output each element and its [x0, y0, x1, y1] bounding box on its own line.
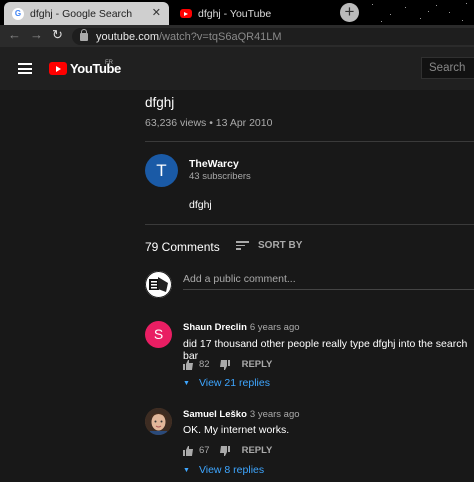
youtube-header: YouTube FR Search	[0, 47, 474, 90]
comment-author[interactable]: Shaun Dreclin	[183, 322, 247, 333]
google-icon: G	[12, 7, 24, 20]
comment-actions: 82 REPLY	[183, 359, 272, 370]
thumbs-down-icon[interactable]	[219, 445, 230, 456]
tab-title: dfghj - Google Search	[30, 7, 133, 20]
comment-count: 79 Comments	[145, 240, 220, 254]
channel-name[interactable]: TheWarcy	[189, 158, 239, 170]
add-comment-input[interactable]: Add a public comment...	[183, 273, 474, 290]
sort-by-button[interactable]: SORT BY	[236, 240, 302, 251]
country-code: FR	[105, 60, 113, 66]
avatar	[145, 271, 172, 298]
video-description: dfghj	[189, 199, 212, 211]
lock-icon	[80, 28, 88, 41]
back-arrow-icon[interactable]: ←	[8, 27, 21, 42]
view-replies-label: View 8 replies	[198, 464, 265, 476]
like-count: 67	[199, 445, 210, 456]
search-input[interactable]: Search	[421, 57, 474, 79]
youtube-logo[interactable]: YouTube FR	[49, 60, 121, 76]
divider	[145, 224, 474, 225]
star-decoration	[405, 7, 406, 8]
forward-arrow-icon[interactable]: →	[30, 27, 43, 42]
youtube-icon	[180, 9, 192, 18]
video-meta: 63,236 views • 13 Apr 2010	[145, 117, 273, 129]
channel-avatar[interactable]: T	[145, 154, 178, 187]
new-tab-button[interactable]: +	[340, 3, 359, 22]
view-replies-button[interactable]: ▼ View 21 replies	[183, 377, 270, 389]
comment-author-line: Shaun Dreclin 6 years ago	[183, 322, 300, 333]
star-decoration	[372, 4, 373, 5]
chevron-down-icon: ▼	[183, 379, 190, 387]
tab-google-search[interactable]: G dfghj - Google Search ✕	[4, 2, 169, 25]
comment-text: OK. My internet works.	[183, 424, 290, 436]
browser-tab-bar: G dfghj - Google Search ✕ dfghj - YouTub…	[0, 0, 474, 25]
hamburger-menu-icon[interactable]	[18, 63, 32, 74]
star-decoration	[449, 12, 450, 13]
reply-button[interactable]: REPLY	[242, 445, 273, 456]
avatar[interactable]: S	[145, 321, 172, 348]
sort-by-label: SORT BY	[258, 240, 303, 251]
thumbs-up-icon[interactable]	[183, 359, 193, 370]
thumbs-down-icon[interactable]	[219, 359, 230, 370]
url-path: /watch?v=tqS6aQR41LM	[158, 30, 282, 43]
star-decoration	[466, 3, 467, 4]
sort-icon	[236, 241, 249, 250]
comment-author[interactable]: Samuel Leško	[183, 409, 247, 420]
youtube-wordmark: YouTube	[70, 61, 121, 76]
reload-icon[interactable]: ↻	[52, 27, 63, 43]
close-icon[interactable]: ✕	[152, 6, 161, 19]
comment-author-line: Samuel Leško 3 years ago	[183, 409, 300, 420]
view-replies-label: View 21 replies	[198, 377, 270, 389]
tab-youtube[interactable]: dfghj - YouTube	[172, 2, 337, 25]
thumbs-up-icon[interactable]	[183, 445, 193, 456]
avatar[interactable]	[145, 408, 172, 435]
like-count: 82	[199, 359, 210, 370]
address-bar-row: ← → ↻ youtube.com/watch?v=tqS6aQR41LM	[0, 25, 474, 47]
star-decoration	[462, 20, 463, 21]
star-decoration	[390, 14, 391, 15]
star-decoration	[420, 18, 421, 19]
youtube-play-icon	[49, 62, 67, 75]
star-decoration	[436, 5, 437, 6]
divider	[145, 141, 474, 142]
comment-actions: 67 REPLY	[183, 445, 272, 456]
star-decoration	[428, 11, 429, 12]
star-decoration	[381, 21, 382, 22]
url-host: youtube.com	[96, 30, 159, 43]
comment-time: 3 years ago	[249, 409, 300, 420]
video-title: dfghj	[145, 95, 175, 110]
tab-title: dfghj - YouTube	[198, 7, 272, 20]
subscriber-count: 43 subscribers	[189, 171, 251, 182]
comment-time: 6 years ago	[249, 322, 300, 333]
view-replies-button[interactable]: ▼ View 8 replies	[183, 464, 264, 476]
reply-button[interactable]: REPLY	[242, 359, 273, 370]
url-field[interactable]: youtube.com/watch?v=tqS6aQR41LM	[72, 28, 474, 45]
chevron-down-icon: ▼	[183, 466, 190, 474]
